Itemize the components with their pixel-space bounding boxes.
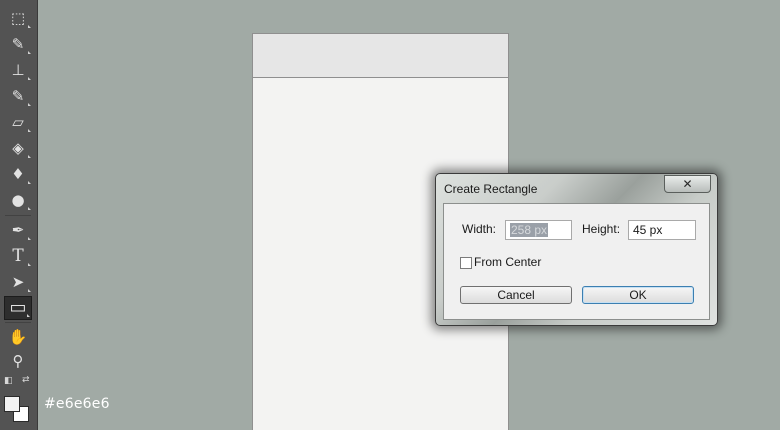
brush-tool-icon[interactable]: ✎ — [4, 32, 32, 56]
dialog-body: Width: 258 px Height: 45 px From Center … — [443, 203, 710, 320]
from-center-label[interactable]: From Center — [474, 255, 541, 269]
width-value: 258 px — [510, 223, 549, 237]
dialog-title: Create Rectangle — [444, 182, 538, 196]
header-rectangle-shape[interactable] — [253, 34, 508, 78]
height-label: Height: — [582, 222, 621, 236]
color-hex-label: #e6e6e6 — [44, 396, 110, 412]
tools-panel: ⬚ ✎ ⊥ ✎ ▱ ◈ ♦ ● ✒ T ➤ ▭ ✋ ⚲ ◧ ⇄ — [0, 0, 38, 430]
create-rectangle-dialog: Create Rectangle ✕ Width: 258 px Height:… — [435, 173, 718, 326]
tool-separator — [5, 322, 31, 323]
close-icon: ✕ — [682, 177, 693, 191]
swap-colors-icon[interactable]: ⇄ — [22, 375, 30, 385]
pen-tool-icon[interactable]: ✒ — [4, 218, 32, 242]
history-brush-tool-icon[interactable]: ✎ — [4, 84, 32, 108]
blur-tool-icon[interactable]: ♦ — [4, 162, 32, 186]
cancel-button[interactable]: Cancel — [460, 286, 572, 304]
ok-button[interactable]: OK — [582, 286, 694, 304]
path-selection-tool-icon[interactable]: ➤ — [4, 270, 32, 294]
height-field[interactable]: 45 px — [628, 220, 696, 240]
cancel-button-label: Cancel — [497, 288, 535, 302]
type-tool-icon[interactable]: T — [4, 244, 32, 268]
paint-bucket-tool-icon[interactable]: ◈ — [4, 136, 32, 160]
stamp-tool-icon[interactable]: ⊥ — [4, 58, 32, 82]
default-colors-icon[interactable]: ◧ — [4, 376, 13, 386]
from-center-checkbox[interactable] — [460, 257, 472, 269]
close-button[interactable]: ✕ — [664, 175, 711, 193]
eraser-tool-icon[interactable]: ▱ — [4, 110, 32, 134]
marquee-tool-icon[interactable]: ⬚ — [4, 6, 32, 30]
width-field[interactable]: 258 px — [505, 220, 572, 240]
zoom-tool-icon[interactable]: ⚲ — [4, 349, 32, 373]
ok-button-label: OK — [629, 288, 647, 302]
width-label: Width: — [462, 222, 497, 236]
height-value: 45 px — [633, 223, 663, 237]
tool-separator — [5, 215, 31, 216]
hand-tool-icon[interactable]: ✋ — [4, 325, 32, 349]
foreground-color-swatch[interactable] — [4, 396, 20, 412]
dodge-tool-icon[interactable]: ● — [4, 188, 32, 212]
rectangle-tool-icon[interactable]: ▭ — [4, 296, 32, 320]
